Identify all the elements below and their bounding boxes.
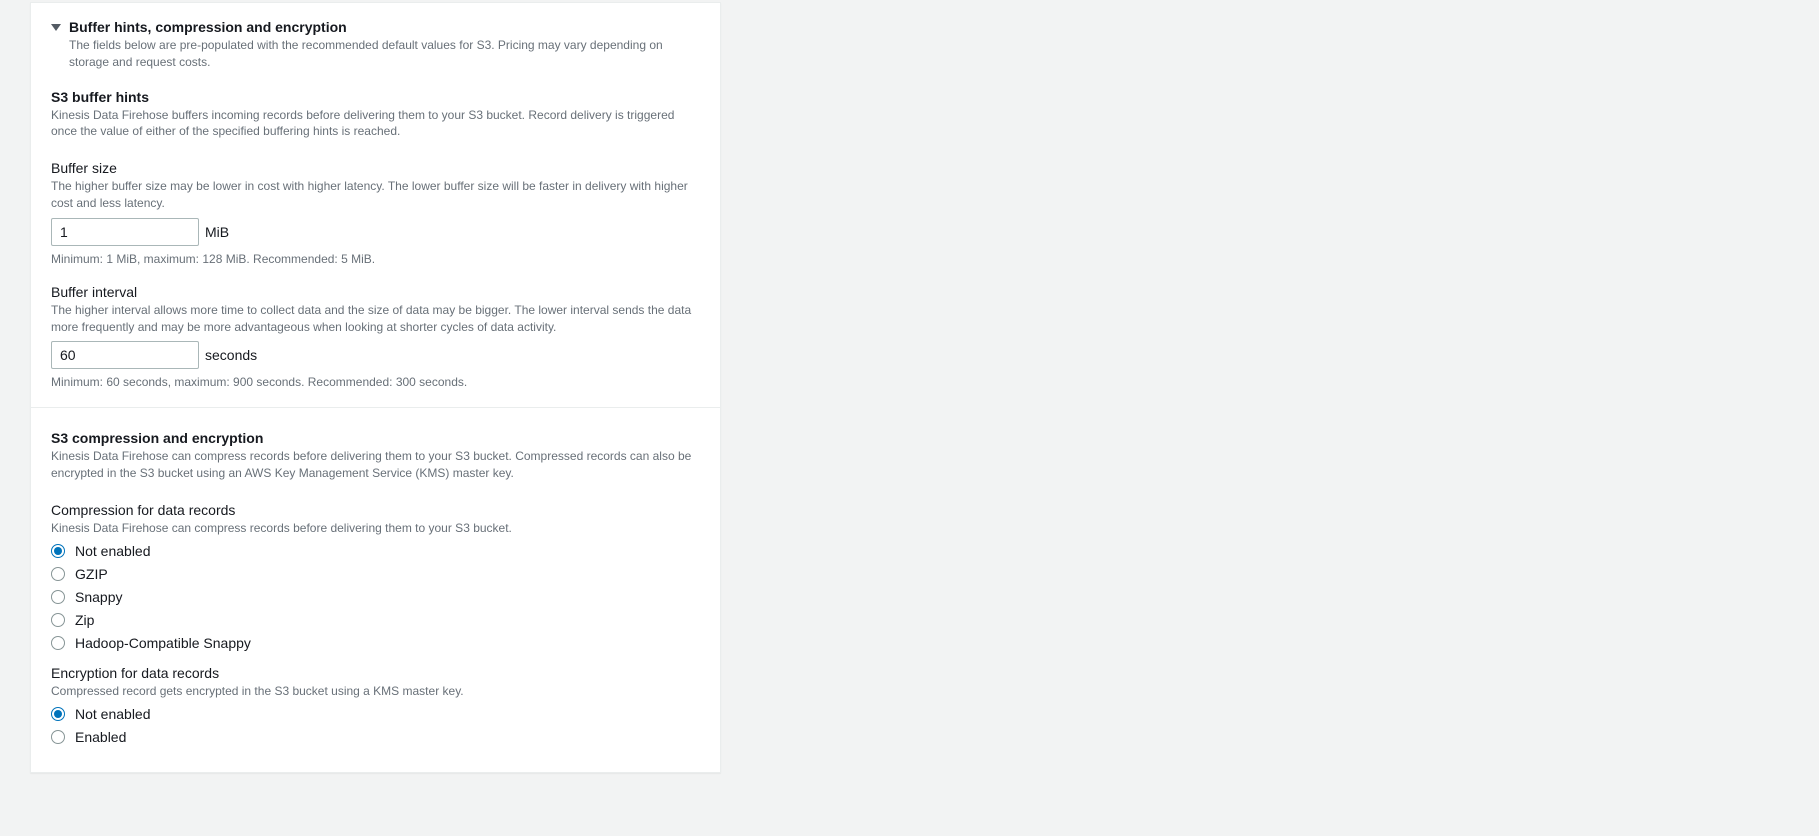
radio-icon <box>51 544 65 558</box>
buffer-interval-label: Buffer interval <box>51 284 700 300</box>
panel-title: Buffer hints, compression and encryption <box>69 19 347 35</box>
buffer-size-constraint: Minimum: 1 MiB, maximum: 128 MiB. Recomm… <box>51 252 700 266</box>
compression-option-label: Zip <box>75 612 94 628</box>
panel-description: The fields below are pre-populated with … <box>69 37 700 71</box>
encryption-label: Encryption for data records <box>51 665 700 681</box>
encryption-option[interactable]: Not enabled <box>51 706 700 722</box>
compression-block: Compression for data records Kinesis Dat… <box>51 502 700 651</box>
encryption-option-label: Enabled <box>75 729 126 745</box>
caret-down-icon <box>51 23 61 33</box>
buffer-interval-hint: The higher interval allows more time to … <box>51 302 700 336</box>
compression-option[interactable]: GZIP <box>51 566 700 582</box>
radio-icon <box>51 707 65 721</box>
encryption-radio-group: Not enabled Enabled <box>51 706 700 745</box>
buffer-hints-desc: Kinesis Data Firehose buffers incoming r… <box>51 107 700 141</box>
buffer-interval-field: Buffer interval The higher interval allo… <box>51 284 700 390</box>
radio-icon <box>51 613 65 627</box>
compression-hint: Kinesis Data Firehose can compress recor… <box>51 520 700 537</box>
radio-icon <box>51 636 65 650</box>
compression-option[interactable]: Not enabled <box>51 543 700 559</box>
buffer-hints-title: S3 buffer hints <box>51 89 700 105</box>
encryption-option-label: Not enabled <box>75 706 151 722</box>
encryption-option[interactable]: Enabled <box>51 729 700 745</box>
buffer-size-unit: MiB <box>205 224 229 240</box>
settings-panel: Buffer hints, compression and encryption… <box>30 2 721 773</box>
panel-body: Buffer hints, compression and encryption… <box>31 3 720 772</box>
buffer-size-label: Buffer size <box>51 160 700 176</box>
compression-radio-group: Not enabled GZIP Snappy Zip Hadoop-Compatibl… <box>51 543 700 651</box>
buffer-interval-constraint: Minimum: 60 seconds, maximum: 900 second… <box>51 375 700 389</box>
compression-label: Compression for data records <box>51 502 700 518</box>
expandable-header[interactable]: Buffer hints, compression and encryption <box>51 19 700 35</box>
radio-icon <box>51 730 65 744</box>
compression-option-label: Not enabled <box>75 543 151 559</box>
buffer-size-hint: The higher buffer size may be lower in c… <box>51 178 700 212</box>
compression-option-label: Snappy <box>75 589 122 605</box>
buffer-size-field: Buffer size The higher buffer size may b… <box>51 160 700 266</box>
buffer-interval-unit: seconds <box>205 347 257 363</box>
comp-enc-title: S3 compression and encryption <box>51 430 700 446</box>
buffer-interval-input[interactable] <box>51 341 199 369</box>
encryption-block: Encryption for data records Compressed r… <box>51 665 700 745</box>
compression-option[interactable]: Zip <box>51 612 700 628</box>
encryption-hint: Compressed record gets encrypted in the … <box>51 683 700 700</box>
radio-icon <box>51 590 65 604</box>
section-divider <box>31 407 720 408</box>
compression-option[interactable]: Snappy <box>51 589 700 605</box>
compression-option-label: GZIP <box>75 566 108 582</box>
buffer-size-input[interactable] <box>51 218 199 246</box>
radio-icon <box>51 567 65 581</box>
compression-option-label: Hadoop-Compatible Snappy <box>75 635 251 651</box>
compression-option[interactable]: Hadoop-Compatible Snappy <box>51 635 700 651</box>
comp-enc-desc: Kinesis Data Firehose can compress recor… <box>51 448 700 482</box>
